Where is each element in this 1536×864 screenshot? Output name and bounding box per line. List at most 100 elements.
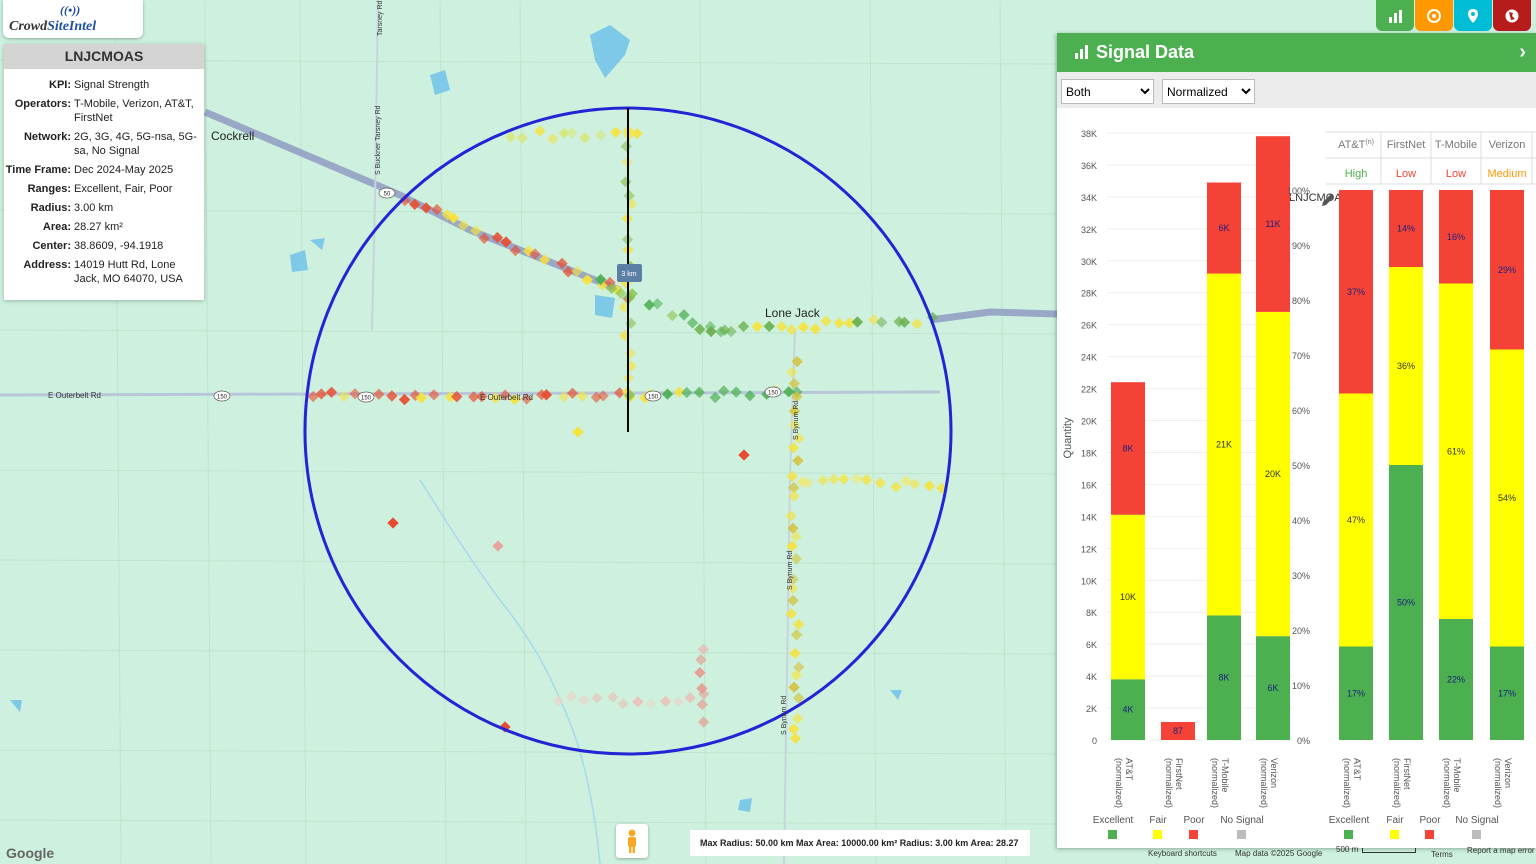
globe-icon (1505, 9, 1519, 22)
bar-value-label: 10K (1120, 592, 1136, 602)
x2-tick-label: (normalized) (1442, 758, 1452, 808)
y2-tick-label: 100% (1287, 186, 1310, 196)
pct-value-label: 16% (1447, 232, 1465, 242)
info-value: Dec 2024-May 2025 (74, 164, 174, 176)
y-tick-label: 14K (1081, 512, 1097, 522)
route-shield-label: 150 (768, 391, 779, 397)
target-icon (1427, 8, 1441, 23)
x-tick-label: (normalized) (1164, 758, 1174, 808)
road-label-buckner: S Buckner Tarsney Rd (375, 105, 382, 175)
target-button[interactable] (1415, 0, 1453, 31)
info-value: 38.8609, -94.1918 (74, 240, 164, 252)
legend-swatch (1472, 830, 1481, 839)
site-info-card: LNJCMOAS KPI: Signal Strength Operators: T-… (4, 44, 204, 300)
terms-link[interactable]: Terms (1431, 850, 1453, 859)
operator-header: T-Mobile (1435, 139, 1477, 151)
highway-east (929, 308, 1058, 324)
x2-tick-label: (normalized) (1392, 758, 1402, 808)
y2-tick-label: 30% (1292, 571, 1310, 581)
info-value: Excellent, Fair, Poor (74, 183, 173, 195)
radius-summary: Max Radius: 50.00 km Max Area: 10000.00 … (690, 830, 1030, 856)
x-tick-label: (normalized) (1210, 758, 1220, 808)
top-toolbar (1375, 0, 1531, 31)
operator-rating: Medium (1487, 168, 1526, 180)
legend-swatch (1344, 830, 1353, 839)
legend-label: No Signal (1455, 815, 1498, 826)
operator-rating: Low (1396, 168, 1416, 180)
bar-value-label: 6K (1218, 223, 1229, 233)
y-tick-label: 28K (1081, 289, 1097, 299)
pct-value-label: 17% (1498, 688, 1516, 698)
legend-label: Fair (1386, 815, 1404, 826)
info-key: Time Frame: (5, 164, 71, 176)
road-label-tarsney: Tarsney Rd (377, 0, 384, 36)
info-value: 2G, 3G, 4G, 5G-nsa, 5G-sa, No Signal (74, 131, 197, 157)
x2-tick-label: T-Mobile (1452, 758, 1462, 793)
y-tick-label: 6K (1086, 640, 1097, 650)
route-shield-label: 150 (361, 396, 372, 402)
y-tick-label: 30K (1081, 257, 1097, 267)
bar-chart-icon (1075, 45, 1088, 59)
y-tick-label: 0 (1092, 736, 1097, 746)
info-key: Radius: (30, 202, 71, 214)
y-tick-label: 36K (1081, 161, 1097, 171)
bar-value-label: 21K (1216, 439, 1232, 449)
map-data-text: Map data ©2025 Google (1235, 849, 1323, 858)
y-tick-label: 4K (1086, 672, 1097, 682)
pct-value-label: 50% (1397, 598, 1415, 608)
location-button[interactable] (1454, 0, 1492, 31)
report-error-link[interactable]: Report a map error (1467, 846, 1535, 855)
x-tick-label: (normalized) (1114, 758, 1124, 808)
chevron-right-icon[interactable]: › (1519, 33, 1526, 72)
y-tick-label: 18K (1081, 448, 1097, 458)
pegman-icon (628, 829, 636, 853)
info-row: Operators: T-Mobile, Verizon, AT&T, First… (4, 97, 204, 125)
info-key: KPI: (49, 79, 71, 91)
legend-label: Poor (1419, 815, 1441, 826)
road-label-bynum-2: S Bynum Rd (787, 551, 794, 590)
map-scale-text: 500 m (1336, 845, 1359, 854)
x-tick-label: AT&T (1124, 758, 1134, 781)
road-label-bynum-3: S Bynum Rd (781, 696, 788, 735)
y-tick-label: 32K (1081, 225, 1097, 235)
info-key: Network: (23, 131, 71, 143)
operator-header: AT&T(n) (1338, 139, 1374, 151)
route-shields: 50 150 150 150 150 (213, 187, 782, 403)
keyboard-shortcuts-link[interactable]: Keyboard shortcuts (1148, 849, 1217, 858)
y2-tick-label: 60% (1292, 406, 1310, 416)
info-key: Address: (23, 259, 71, 271)
y2-tick-label: 10% (1292, 681, 1310, 691)
info-key: Center: (32, 240, 71, 252)
panel-header: Signal Data › (1057, 33, 1536, 72)
legend-swatch (1153, 830, 1162, 839)
operator-rating: Low (1446, 168, 1466, 180)
map-scale-bar (1362, 848, 1416, 853)
pct-value-label: 29% (1498, 265, 1516, 275)
y2-tick-label: 0% (1297, 736, 1310, 746)
y2-tick-label: 80% (1292, 296, 1310, 306)
info-row: Network: 2G, 3G, 4G, 5G-nsa, 5G-sa, No Si… (4, 130, 204, 158)
mode-select[interactable]: Normalized (1162, 79, 1255, 104)
legend-swatch (1390, 830, 1399, 839)
info-row: Area: 28.27 km² (4, 220, 204, 234)
globe-button[interactable] (1493, 0, 1531, 31)
pct-value-label: 36% (1397, 361, 1415, 371)
y2-tick-label: 40% (1292, 516, 1310, 526)
x-tick-label: T-Mobile (1220, 758, 1230, 793)
info-rows: KPI: Signal Strength Operators: T-Mobile, V… (4, 69, 204, 286)
pct-value-label: 17% (1347, 688, 1365, 698)
chart-toggle-button[interactable] (1376, 0, 1414, 31)
y-tick-label: 20K (1081, 417, 1097, 427)
y-tick-label: 22K (1081, 385, 1097, 395)
bar-value-label: 8K (1122, 443, 1133, 453)
y-tick-label: 10K (1081, 576, 1097, 586)
street-view-pegman[interactable] (616, 824, 648, 858)
info-row: Address: 14019 Hutt Rd, Lone Jack, MO 640… (4, 258, 204, 286)
legend-swatch (1189, 830, 1198, 839)
location-pin-icon (1468, 8, 1478, 23)
place-cockrell: Cockrell (211, 129, 254, 143)
y-tick-label: 24K (1081, 353, 1097, 363)
pct-value-label: 37% (1347, 287, 1365, 297)
y2-tick-label: 90% (1292, 241, 1310, 251)
operator-filter-select[interactable]: Both (1061, 79, 1154, 104)
